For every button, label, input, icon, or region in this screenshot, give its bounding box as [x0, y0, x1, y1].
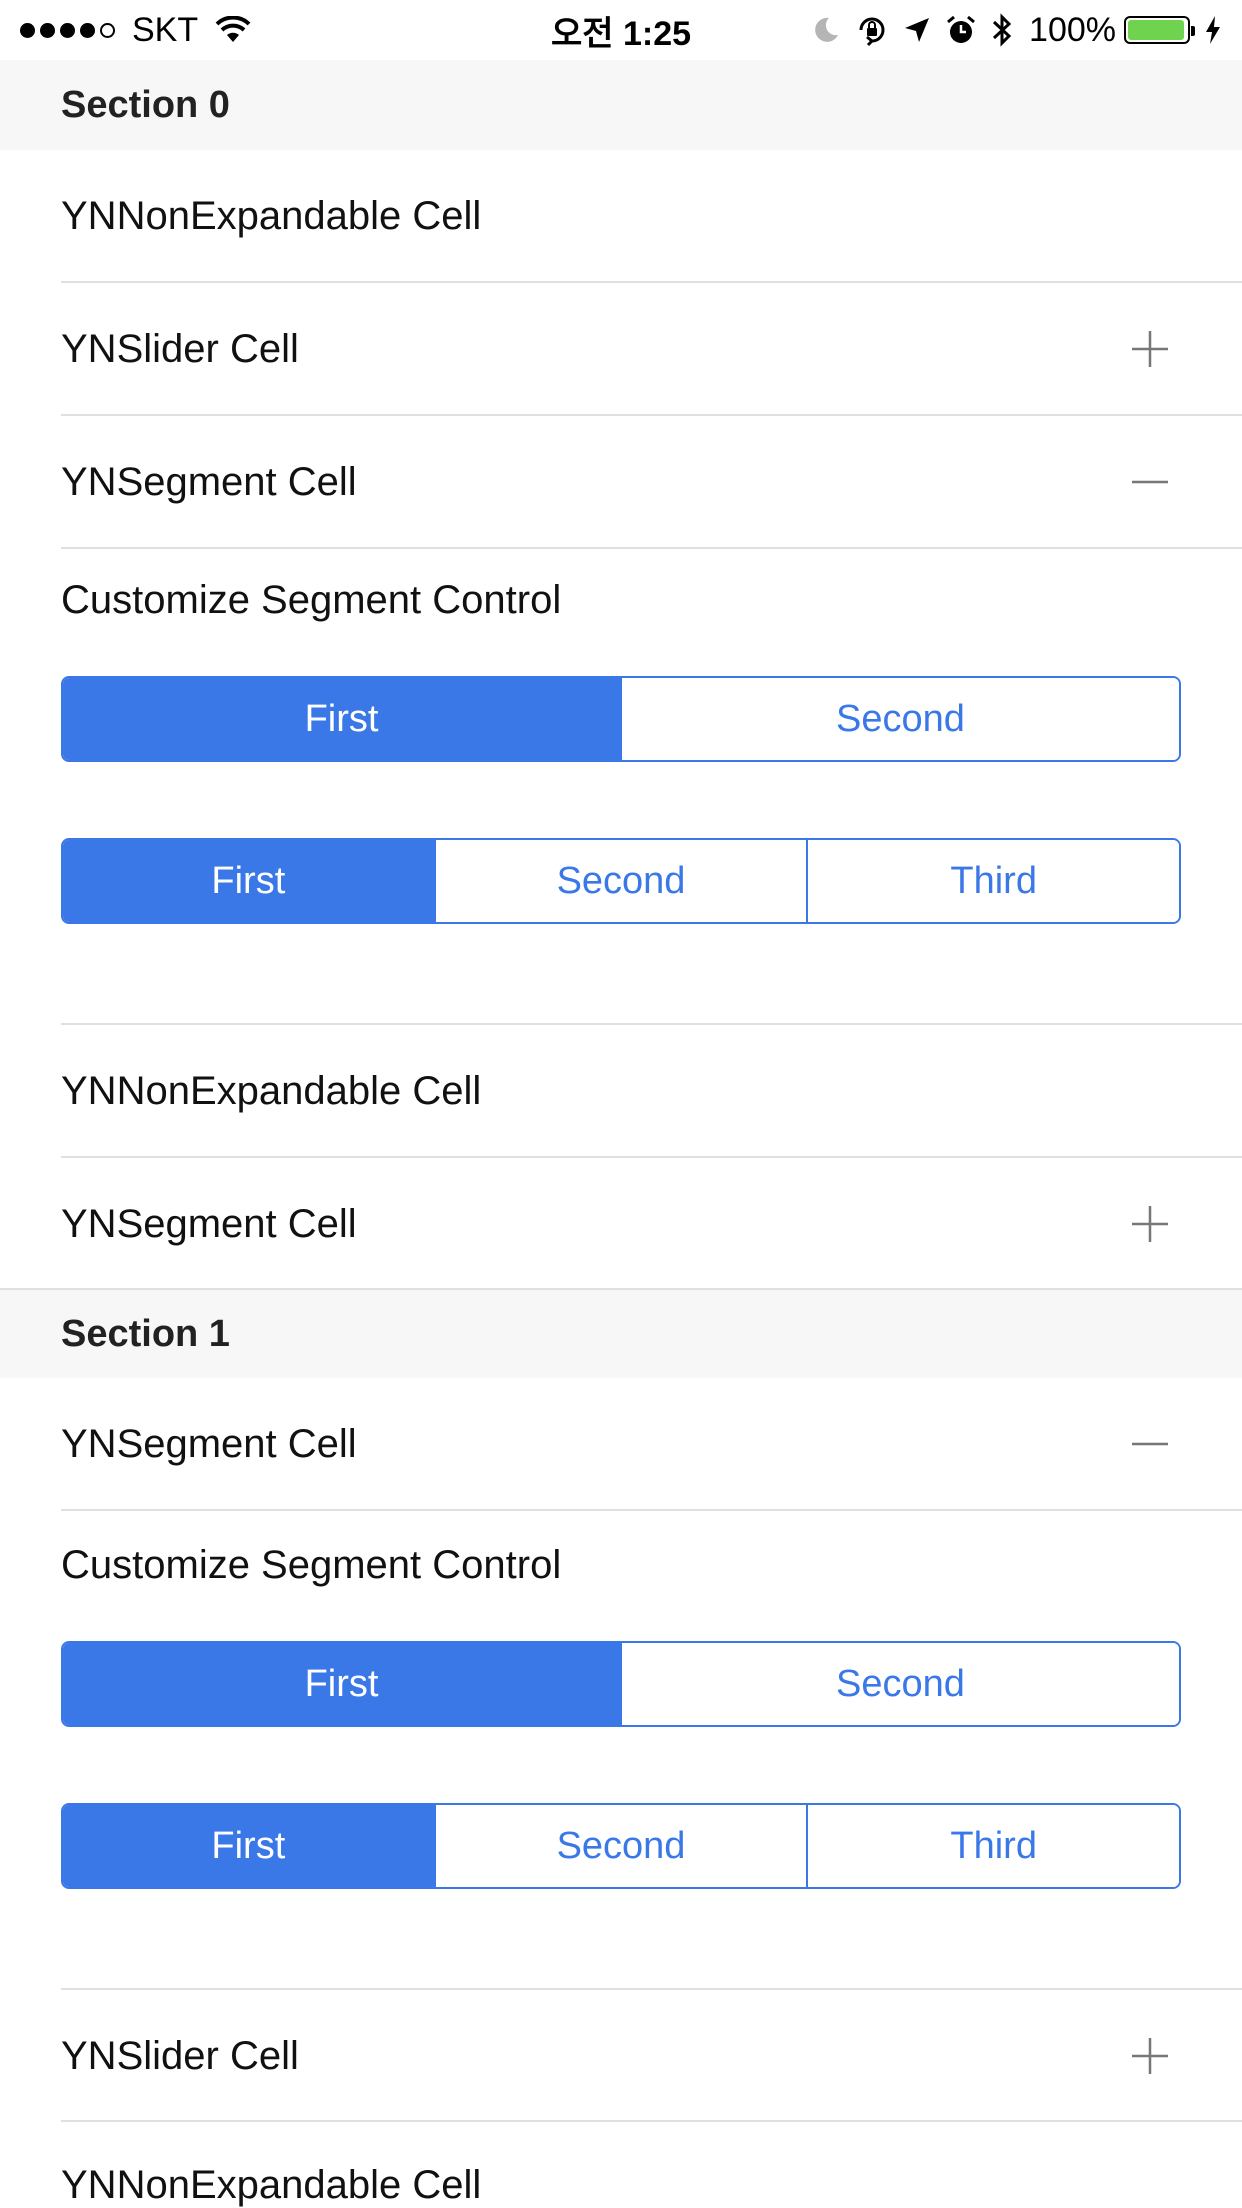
minus-icon[interactable] [1130, 462, 1170, 502]
cell-label: YNSlider Cell [61, 326, 299, 371]
status-bar: SKT 오전 1:25 100% [0, 0, 1242, 60]
segment-first[interactable]: First [63, 1643, 620, 1725]
carrier-name: SKT [132, 10, 199, 49]
segment-third[interactable]: Third [806, 840, 1179, 922]
plus-icon[interactable] [1130, 1204, 1170, 1244]
cell-label: YNSegment Cell [61, 1201, 357, 1246]
segment-second[interactable]: Second [620, 1643, 1179, 1725]
location-arrow-icon [903, 16, 931, 44]
plus-icon[interactable] [1130, 329, 1170, 369]
section-title: Section 0 [61, 83, 230, 126]
segmented-control-two[interactable]: First Second [61, 676, 1181, 762]
table-row-slider[interactable]: YNSlider Cell [0, 283, 1242, 415]
cell-label: YNNonExpandable Cell [61, 1068, 482, 1113]
signal-dot [20, 22, 35, 38]
table-row-segment[interactable]: YNSegment Cell [0, 1378, 1242, 1510]
cell-label: YNNonExpandable Cell [61, 2163, 482, 2207]
segment-first[interactable]: First [63, 1805, 434, 1887]
status-time: 오전 1:25 [550, 14, 692, 53]
orientation-lock-icon [855, 13, 889, 47]
battery-level-fill [1128, 20, 1184, 40]
row-separator [61, 547, 1242, 549]
cellular-signal-icon [20, 22, 120, 38]
table-row-segment[interactable]: YNSegment Cell [0, 416, 1242, 548]
minus-icon[interactable] [1130, 1424, 1170, 1464]
segmented-control-three[interactable]: First Second Third [61, 1803, 1181, 1889]
signal-dot-empty [100, 22, 115, 38]
battery-tip [1191, 26, 1195, 36]
customize-segment-label: Customize Segment Control [61, 578, 562, 622]
segment-second[interactable]: Second [433, 840, 807, 922]
wifi-icon [214, 16, 252, 44]
cell-label: YNSegment Cell [61, 459, 357, 504]
segmented-control-three[interactable]: First Second Third [61, 838, 1181, 924]
status-right: 100% [797, 0, 1222, 60]
section-header-0: Section 0 [0, 60, 1242, 150]
cell-label: YNSegment Cell [61, 1421, 357, 1466]
section-title: Section 1 [61, 1312, 230, 1355]
signal-dot [80, 22, 95, 38]
segment-second[interactable]: Second [620, 678, 1179, 760]
cell-label: YNSlider Cell [61, 2033, 299, 2078]
battery-icon [1124, 16, 1195, 44]
table-row-nonexpandable[interactable]: YNNonExpandable Cell [0, 1025, 1242, 1157]
moon-icon [811, 15, 841, 45]
segment-first[interactable]: First [63, 678, 620, 760]
battery-percentage: 100% [1029, 10, 1116, 49]
section-header-1: Section 1 [0, 1290, 1242, 1378]
segment-second[interactable]: Second [433, 1805, 807, 1887]
charging-bolt-icon [1204, 15, 1222, 45]
bluetooth-icon [991, 13, 1013, 47]
signal-dot [60, 22, 75, 38]
table-row-slider[interactable]: YNSlider Cell [0, 1990, 1242, 2122]
segment-first[interactable]: First [63, 840, 434, 922]
row-separator [61, 1509, 1242, 1511]
plus-icon[interactable] [1130, 2036, 1170, 2076]
segmented-control-two[interactable]: First Second [61, 1641, 1181, 1727]
alarm-clock-icon [945, 14, 977, 46]
status-left: SKT [20, 0, 252, 60]
screen: SKT 오전 1:25 100% Section 0 YNNonExpandab… [0, 0, 1242, 2208]
table-row-segment[interactable]: YNSegment Cell [0, 1158, 1242, 1290]
customize-segment-label: Customize Segment Control [61, 1543, 562, 1587]
table-row-nonexpandable[interactable]: YNNonExpandable Cell [0, 150, 1242, 282]
signal-dot [40, 22, 55, 38]
cell-label: YNNonExpandable Cell [61, 193, 482, 238]
table-row-nonexpandable[interactable]: YNNonExpandable Cell [0, 2122, 1242, 2208]
segment-third[interactable]: Third [806, 1805, 1179, 1887]
